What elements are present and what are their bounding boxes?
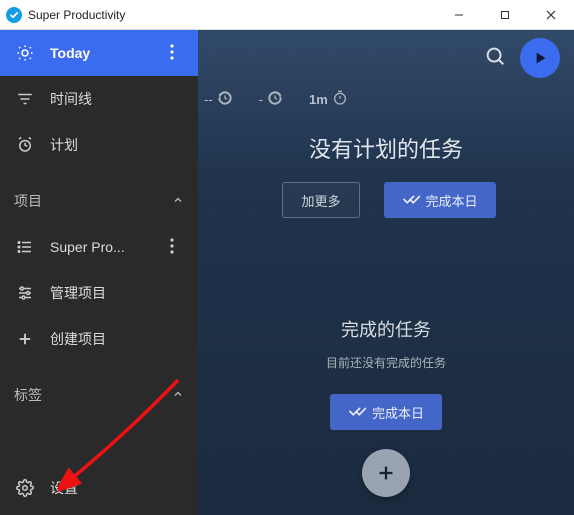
maximize-button[interactable] [482, 0, 528, 30]
check-all-icon [348, 404, 366, 421]
complete-today-button-2[interactable]: 完成本日 [330, 394, 442, 430]
stat-estimate: -- [204, 90, 233, 109]
stat-spent: - [259, 90, 283, 109]
section-label: 项目 [14, 191, 172, 211]
filter-icon [14, 90, 36, 108]
minimize-button[interactable] [436, 0, 482, 30]
sidebar-item-label: Today [50, 45, 170, 61]
stats-row: -- - 1m [198, 90, 574, 109]
sidebar-item-today[interactable]: Today [0, 30, 198, 76]
sidebar: Today 时间线 计划 项目 Super Pro... [0, 30, 198, 515]
sidebar-item-settings[interactable]: 设置 [0, 461, 198, 515]
gear-icon [14, 479, 36, 497]
stat-value: - [259, 92, 263, 107]
stat-value: -- [204, 92, 213, 107]
sidebar-item-label: 计划 [50, 135, 184, 155]
list-icon [14, 238, 36, 256]
sidebar-item-plan[interactable]: 计划 [0, 122, 198, 168]
clock-back-icon [217, 90, 233, 109]
main-panel: -- - 1m 没有计划的任务 加更多 完成本日 [198, 30, 574, 515]
plus-icon [14, 330, 36, 348]
add-more-button[interactable]: 加更多 [282, 182, 359, 218]
sidebar-item-label: 设置 [50, 478, 184, 498]
button-label: 加更多 [301, 191, 340, 210]
sidebar-section-tags[interactable]: 标签 [0, 372, 198, 418]
check-all-icon [402, 192, 420, 209]
no-done-tasks-text: 目前还没有完成的任务 [198, 354, 574, 371]
button-label: 完成本日 [426, 191, 478, 210]
kebab-icon[interactable] [170, 44, 184, 63]
no-planned-tasks-heading: 没有计划的任务 [198, 132, 574, 164]
sidebar-item-manage-projects[interactable]: 管理项目 [0, 270, 198, 316]
sidebar-item-label: Super Pro... [50, 239, 170, 255]
timer-icon [332, 90, 348, 109]
sidebar-item-label: 创建项目 [50, 329, 184, 349]
sidebar-item-label: 管理项目 [50, 283, 184, 303]
search-icon[interactable] [484, 45, 506, 72]
sidebar-item-create-project[interactable]: 创建项目 [0, 316, 198, 362]
kebab-icon[interactable] [170, 238, 184, 257]
stat-value: 1m [309, 92, 328, 107]
sun-icon [14, 44, 36, 62]
play-button[interactable] [520, 38, 560, 78]
clock-forward-icon [267, 90, 283, 109]
sliders-icon [14, 284, 36, 302]
section-label: 标签 [14, 385, 172, 405]
add-task-fab[interactable] [362, 449, 410, 497]
complete-today-button[interactable]: 完成本日 [384, 182, 496, 218]
sidebar-section-projects[interactable]: 项目 [0, 178, 198, 224]
app-icon [6, 7, 22, 23]
chevron-up-icon [172, 193, 184, 209]
stat-remaining: 1m [309, 90, 348, 109]
titlebar: Super Productivity [0, 0, 574, 30]
alarm-icon [14, 136, 36, 154]
sidebar-item-project[interactable]: Super Pro... [0, 224, 198, 270]
done-tasks-heading: 完成的任务 [198, 316, 574, 342]
close-button[interactable] [528, 0, 574, 30]
sidebar-item-timeline[interactable]: 时间线 [0, 76, 198, 122]
window-title: Super Productivity [28, 8, 125, 22]
chevron-up-icon [172, 387, 184, 403]
button-label: 完成本日 [372, 403, 424, 422]
sidebar-item-label: 时间线 [50, 89, 184, 109]
